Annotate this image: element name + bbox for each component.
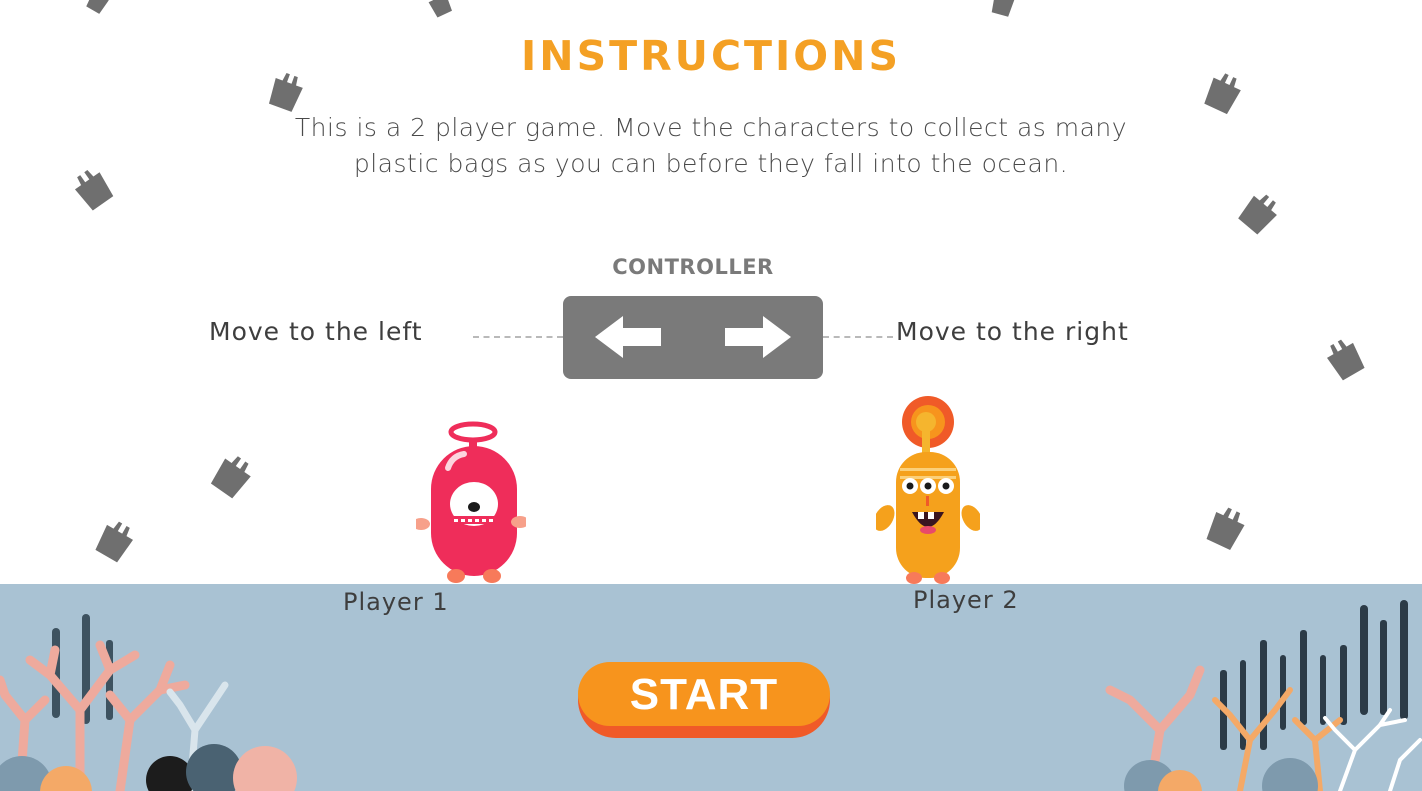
plastic-bag-icon bbox=[1327, 339, 1365, 381]
player-1-character bbox=[416, 421, 526, 583]
start-button[interactable]: START bbox=[578, 662, 830, 738]
instructions-line-2: plastic bags as you can before they fall… bbox=[353, 149, 1069, 178]
plastic-bag-icon bbox=[1238, 194, 1277, 235]
right-guide-line bbox=[823, 336, 893, 338]
plastic-bag-icon bbox=[86, 0, 109, 14]
instructions-line-1: This is a 2 player game. Move the charac… bbox=[294, 113, 1128, 142]
controller-pad bbox=[563, 296, 823, 379]
start-button-label: START bbox=[629, 670, 779, 719]
left-arrow-key[interactable] bbox=[563, 296, 693, 379]
left-guide-line bbox=[473, 336, 563, 338]
move-left-text: Move to the left bbox=[209, 317, 423, 346]
controller-label: CONTROLLER bbox=[612, 255, 774, 279]
instructions-text: This is a 2 player game. Move the charac… bbox=[211, 110, 1211, 182]
instructions-title: INSTRUCTIONS bbox=[521, 32, 901, 80]
coral-reef-right bbox=[1105, 600, 1422, 791]
plastic-bag-icon bbox=[95, 521, 133, 563]
plastic-bag-icon bbox=[210, 456, 251, 499]
move-right-text: Move to the right bbox=[896, 317, 1129, 346]
right-arrow-icon bbox=[725, 316, 791, 358]
player-2-character bbox=[876, 396, 980, 584]
plastic-bag-icon bbox=[991, 0, 1015, 17]
plastic-bag-icon bbox=[428, 0, 452, 18]
plastic-bag-icon bbox=[74, 170, 114, 211]
plastic-bag-icon bbox=[1206, 507, 1245, 550]
player-2-label: Player 2 bbox=[913, 586, 1019, 614]
coral-reef-left bbox=[0, 614, 297, 791]
player-1-label: Player 1 bbox=[343, 588, 449, 616]
right-arrow-key[interactable] bbox=[693, 296, 823, 379]
left-arrow-icon bbox=[595, 316, 661, 358]
game-screen: INSTRUCTIONS This is a 2 player game. Mo… bbox=[0, 0, 1422, 791]
